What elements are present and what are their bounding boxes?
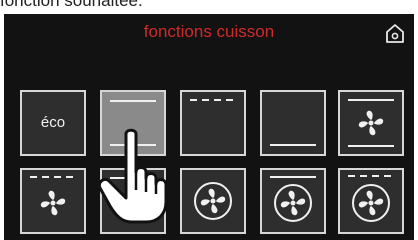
fan-icon (358, 110, 384, 136)
bottom-heat-line (348, 145, 394, 147)
tile-fan[interactable] (180, 168, 246, 234)
screen-title: fonctions cuisson (143, 22, 275, 41)
top-heat-line (110, 100, 156, 102)
top-heat-dashed-icon (348, 175, 394, 177)
caption-text: fonction souhaitée. (0, 0, 143, 10)
fan-ring-icon (352, 184, 390, 222)
top-heat-line (348, 99, 394, 101)
tile-fan-top-dashed-2[interactable] (338, 168, 404, 234)
eco-label: éco (40, 114, 66, 131)
home-icon[interactable] (384, 22, 406, 44)
fan-icon (40, 190, 66, 216)
tile-fan-top-dashed[interactable] (20, 168, 86, 234)
tile-eco[interactable]: éco (20, 90, 86, 156)
tile-bottom-heat[interactable] (260, 90, 326, 156)
tile-top-heat-dashed[interactable] (180, 90, 246, 156)
fan-ring-icon (274, 184, 312, 222)
top-heat-dashed-icon (30, 176, 76, 178)
top-heat-dashed-icon (190, 99, 236, 101)
tile-fan-top[interactable] (260, 168, 326, 234)
oven-display: fonctions cuisson éco (4, 14, 414, 240)
fan-ring-icon (194, 182, 232, 220)
bottom-heat-line (270, 144, 316, 146)
tile-fan-top-bottom[interactable] (338, 90, 404, 156)
top-heat-line (270, 176, 316, 178)
hand-pointer-icon (97, 128, 168, 224)
